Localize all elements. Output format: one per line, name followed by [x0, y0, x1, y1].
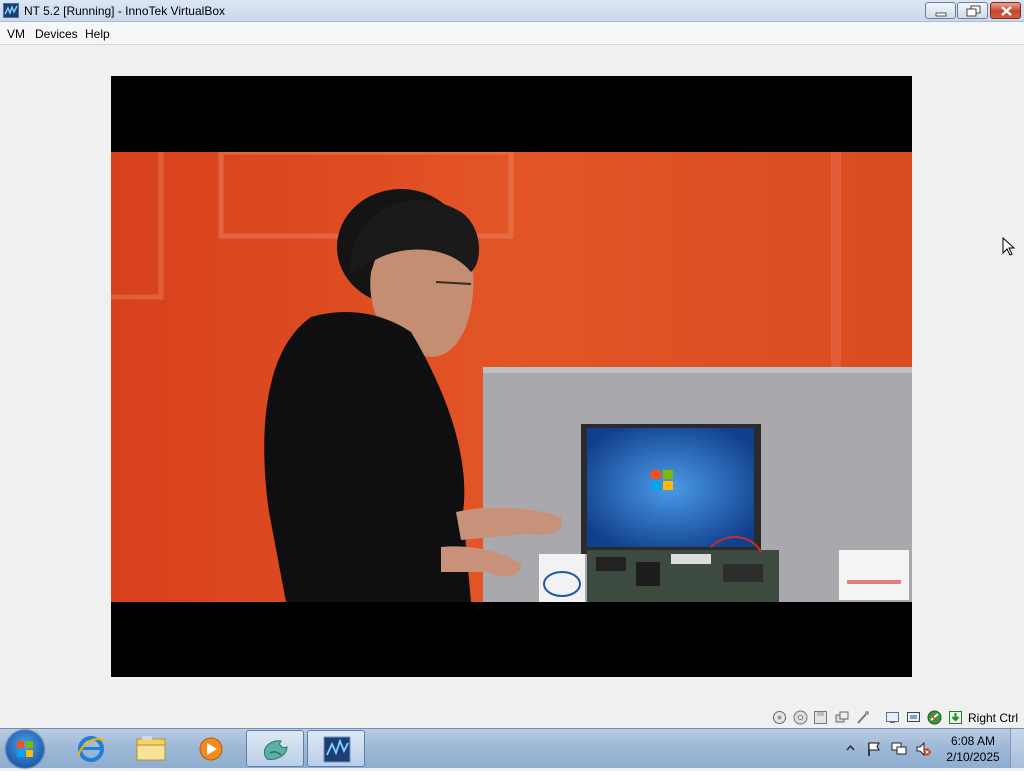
action-center-flag-icon[interactable] [866, 741, 882, 757]
minimize-icon [935, 12, 947, 17]
show-hidden-icons-icon[interactable] [846, 744, 855, 752]
capture-icon[interactable] [948, 710, 963, 725]
file-explorer-icon [136, 736, 166, 761]
clock-time: 6:08 AM [950, 734, 996, 748]
taskbar: 6:08 AM 2/10/2025 [0, 728, 1024, 768]
windows-logo-icon [17, 741, 33, 757]
network-icon[interactable] [834, 710, 849, 725]
virtualbox-app-icon [3, 3, 19, 18]
restore-button[interactable] [957, 2, 988, 19]
title-bar[interactable]: NT 5.2 [Running] - InnoTek VirtualBox [0, 0, 1024, 22]
start-button[interactable] [6, 730, 44, 768]
close-button[interactable] [990, 2, 1021, 19]
taskbar-media-player[interactable] [182, 730, 240, 767]
system-clock[interactable]: 6:08 AM 2/10/2025 [940, 733, 1006, 765]
video-player[interactable] [111, 76, 912, 677]
menu-bar: VM Devices Help [0, 22, 1024, 45]
close-icon [1001, 6, 1012, 16]
optical-disk-icon[interactable] [793, 710, 808, 725]
taskbar-internet-explorer[interactable] [62, 730, 120, 767]
video-frame [111, 152, 912, 602]
taskbar-file-explorer[interactable] [122, 730, 180, 767]
hard-disk-icon[interactable] [772, 710, 787, 725]
guest-display[interactable] [0, 46, 1024, 728]
floppy-icon[interactable] [813, 710, 828, 725]
video-scene-image [111, 152, 912, 602]
menu-vm[interactable]: VM [7, 27, 25, 41]
volume-muted-icon[interactable] [915, 741, 931, 757]
usb-icon[interactable] [855, 710, 870, 725]
taskbar-virtualbox[interactable] [307, 730, 365, 767]
shared-folders-icon[interactable] [885, 710, 900, 725]
minimize-button[interactable] [925, 2, 956, 19]
menu-devices[interactable]: Devices [35, 27, 78, 41]
window-title: NT 5.2 [Running] - InnoTek VirtualBox [24, 4, 225, 18]
media-player-icon [199, 737, 223, 761]
virtualbox-icon [323, 736, 351, 763]
internet-explorer-icon [77, 736, 105, 762]
host-key-label: Right Ctrl [968, 711, 1019, 725]
taskbar-app[interactable] [246, 730, 304, 767]
menu-help[interactable]: Help [85, 27, 110, 41]
vm-status-bar: Right Ctrl [0, 706, 1024, 728]
mouse-cursor-icon [1002, 237, 1016, 256]
restore-icon [966, 5, 981, 17]
show-desktop-button[interactable] [1010, 729, 1024, 768]
clock-date: 2/10/2025 [946, 750, 1000, 764]
network-tray-icon[interactable] [891, 741, 907, 757]
mouse-integration-icon[interactable] [927, 710, 942, 725]
display-icon[interactable] [906, 710, 921, 725]
app-icon [263, 740, 288, 760]
